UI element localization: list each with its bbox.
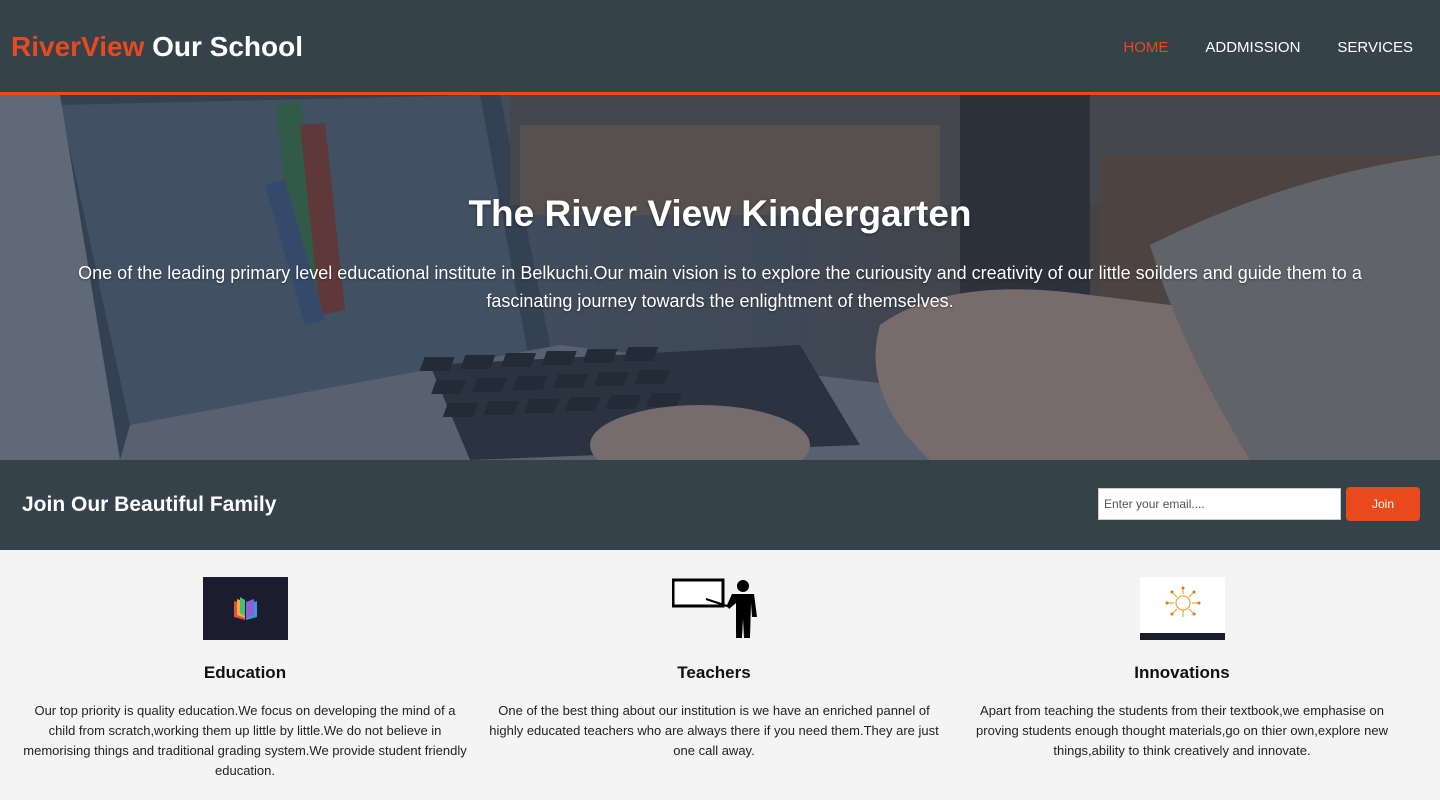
- email-input[interactable]: [1098, 488, 1341, 520]
- logo-text: Our School: [144, 31, 304, 62]
- site-header: RiverView Our School HOME ADDMISSION SER…: [0, 0, 1440, 95]
- join-button[interactable]: Join: [1346, 487, 1420, 521]
- teacher-board-icon: [672, 578, 757, 638]
- feature-description: Apart from teaching the students from th…: [976, 703, 1388, 758]
- hero-showcase: The River View Kindergarten One of the l…: [0, 95, 1440, 460]
- logo-highlight: RiverView: [11, 31, 145, 62]
- features-section: Education Our top priority is quality ed…: [0, 550, 1440, 800]
- nav-home[interactable]: HOME: [1123, 39, 1168, 56]
- hero-title: The River View Kindergarten: [468, 193, 972, 234]
- feature-title: Education: [203, 663, 287, 682]
- nav-services[interactable]: SERVICES: [1337, 39, 1413, 56]
- site-logo[interactable]: RiverView Our School: [11, 31, 303, 63]
- feature-description: Our top priority is quality education.We…: [23, 703, 467, 778]
- feature-title: Teachers: [677, 663, 751, 682]
- hero-description: One of the leading primary level educati…: [78, 263, 1362, 311]
- newsletter-section: Join Our Beautiful Family Join: [0, 460, 1440, 550]
- newsletter-heading: Join Our Beautiful Family: [22, 493, 277, 516]
- book-logo-icon: [203, 577, 288, 640]
- nav-admission[interactable]: ADDMISSION: [1205, 39, 1300, 56]
- feature-title: Innovations: [1134, 663, 1230, 682]
- lightbulb-idea-icon: [1140, 577, 1225, 640]
- main-nav: HOME ADDMISSION SERVICES: [1123, 39, 1413, 56]
- feature-description: One of the best thing about our institut…: [489, 703, 939, 758]
